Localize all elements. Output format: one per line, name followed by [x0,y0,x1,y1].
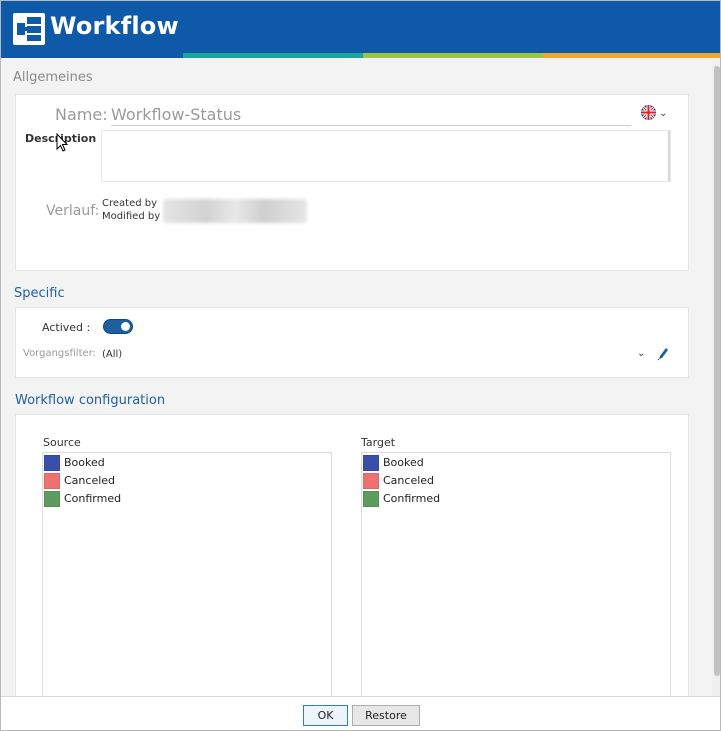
source-list[interactable]: Booked Canceled Confirmed [42,452,332,702]
name-input[interactable]: Workflow-Status [111,105,631,126]
restore-button[interactable]: Restore [352,705,420,726]
list-item-label: Confirmed [64,492,122,505]
section-title-workflow-config: Workflow configuration [15,393,166,408]
app-header: Workflow [1,1,720,58]
redacted-user-info [163,199,307,223]
status-color-swatch [363,472,379,489]
specific-panel [15,307,689,378]
history-label: Verlauf: [46,203,100,219]
list-item-label: Booked [64,456,105,469]
modified-by-label: Modified by [102,211,161,222]
actived-label: Actived : [42,321,91,334]
status-color-swatch [44,472,60,489]
status-color-swatch [363,490,379,507]
status-color-swatch [44,490,60,507]
target-list-item[interactable]: Confirmed [363,490,440,507]
target-list[interactable]: Booked Canceled Confirmed [361,452,671,702]
list-item-label: Booked [383,456,424,469]
status-color-swatch [363,454,379,471]
created-by-label: Created by [102,198,158,209]
filter-select-value[interactable]: (All) [102,349,122,360]
list-item-label: Confirmed [383,492,441,505]
source-list-item[interactable]: Confirmed [44,490,121,507]
source-list-item[interactable]: Booked [44,454,105,471]
source-list-item[interactable]: Canceled [44,472,115,489]
filter-chevron-down-icon[interactable]: ⌄ [637,348,645,359]
target-list-item[interactable]: Canceled [363,472,434,489]
workflow-window: Workflow Allgemeines Name: Workflow-Stat… [0,0,721,731]
dialog-footer: OK Restore [1,696,720,730]
scrollbar-thumb[interactable] [714,66,720,676]
list-item-label: Canceled [64,474,116,487]
name-label: Name: [55,105,108,124]
mouse-cursor-icon [56,132,69,152]
list-item-label: Canceled [383,474,435,487]
section-title-general: Allgemeines [13,70,93,85]
workflow-logo-icon [13,13,45,45]
filter-label: Vorgangsfilter: [23,348,96,359]
vertical-scrollbar[interactable] [712,58,720,696]
language-chevron-down-icon[interactable]: ⌄ [659,108,667,119]
target-label: Target [361,436,396,449]
section-title-specific: Specific [14,286,65,301]
ok-button[interactable]: OK [303,705,348,726]
target-list-item[interactable]: Booked [363,454,424,471]
source-label: Source [43,436,81,449]
actived-toggle[interactable] [103,319,133,334]
description-textarea[interactable] [101,130,671,182]
uk-flag-icon[interactable] [641,105,656,120]
app-title: Workflow [50,12,179,40]
status-color-swatch [44,454,60,471]
edit-pencil-icon[interactable] [657,346,669,361]
